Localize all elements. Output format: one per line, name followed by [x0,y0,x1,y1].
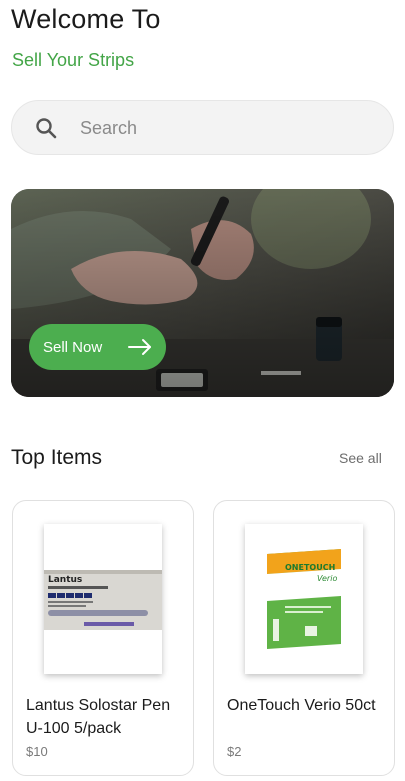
arrow-right-icon [128,339,151,355]
product-card[interactable]: Lantus Lantus Solostar Pen U-100 5/pack … [12,500,194,776]
page-title: Welcome To [11,4,161,34]
product-name: OneTouch Verio 50ct [227,697,376,714]
app-subtitle: Sell Your Strips [12,50,135,70]
onetouch-box-image: ONETOUCH Verio [267,549,341,649]
product-card[interactable]: ONETOUCH Verio OneTouch Verio 50ct $2 [213,500,395,776]
onetouch-brand-text: ONETOUCH [285,563,335,572]
search-icon [36,118,57,139]
product-name: Lantus Solostar Pen U-100 5/pack [26,697,171,737]
product-price: $2 [227,744,242,759]
promo-banner: Sell Now [11,189,394,397]
top-items-heading: Top Items [11,446,103,469]
see-all-link[interactable]: See all [339,450,382,466]
product-image: Lantus [44,524,162,674]
product-image: ONETOUCH Verio [245,524,363,674]
product-price: $10 [26,744,48,759]
sell-now-button[interactable]: Sell Now [29,324,166,370]
search-bar[interactable] [11,100,394,155]
lantus-box-image: Lantus [44,570,162,630]
onetouch-sub-text: Verio [317,574,337,583]
lantus-brand-text: Lantus [48,575,82,585]
sell-now-label: Sell Now [43,338,103,356]
search-input[interactable] [80,109,370,147]
